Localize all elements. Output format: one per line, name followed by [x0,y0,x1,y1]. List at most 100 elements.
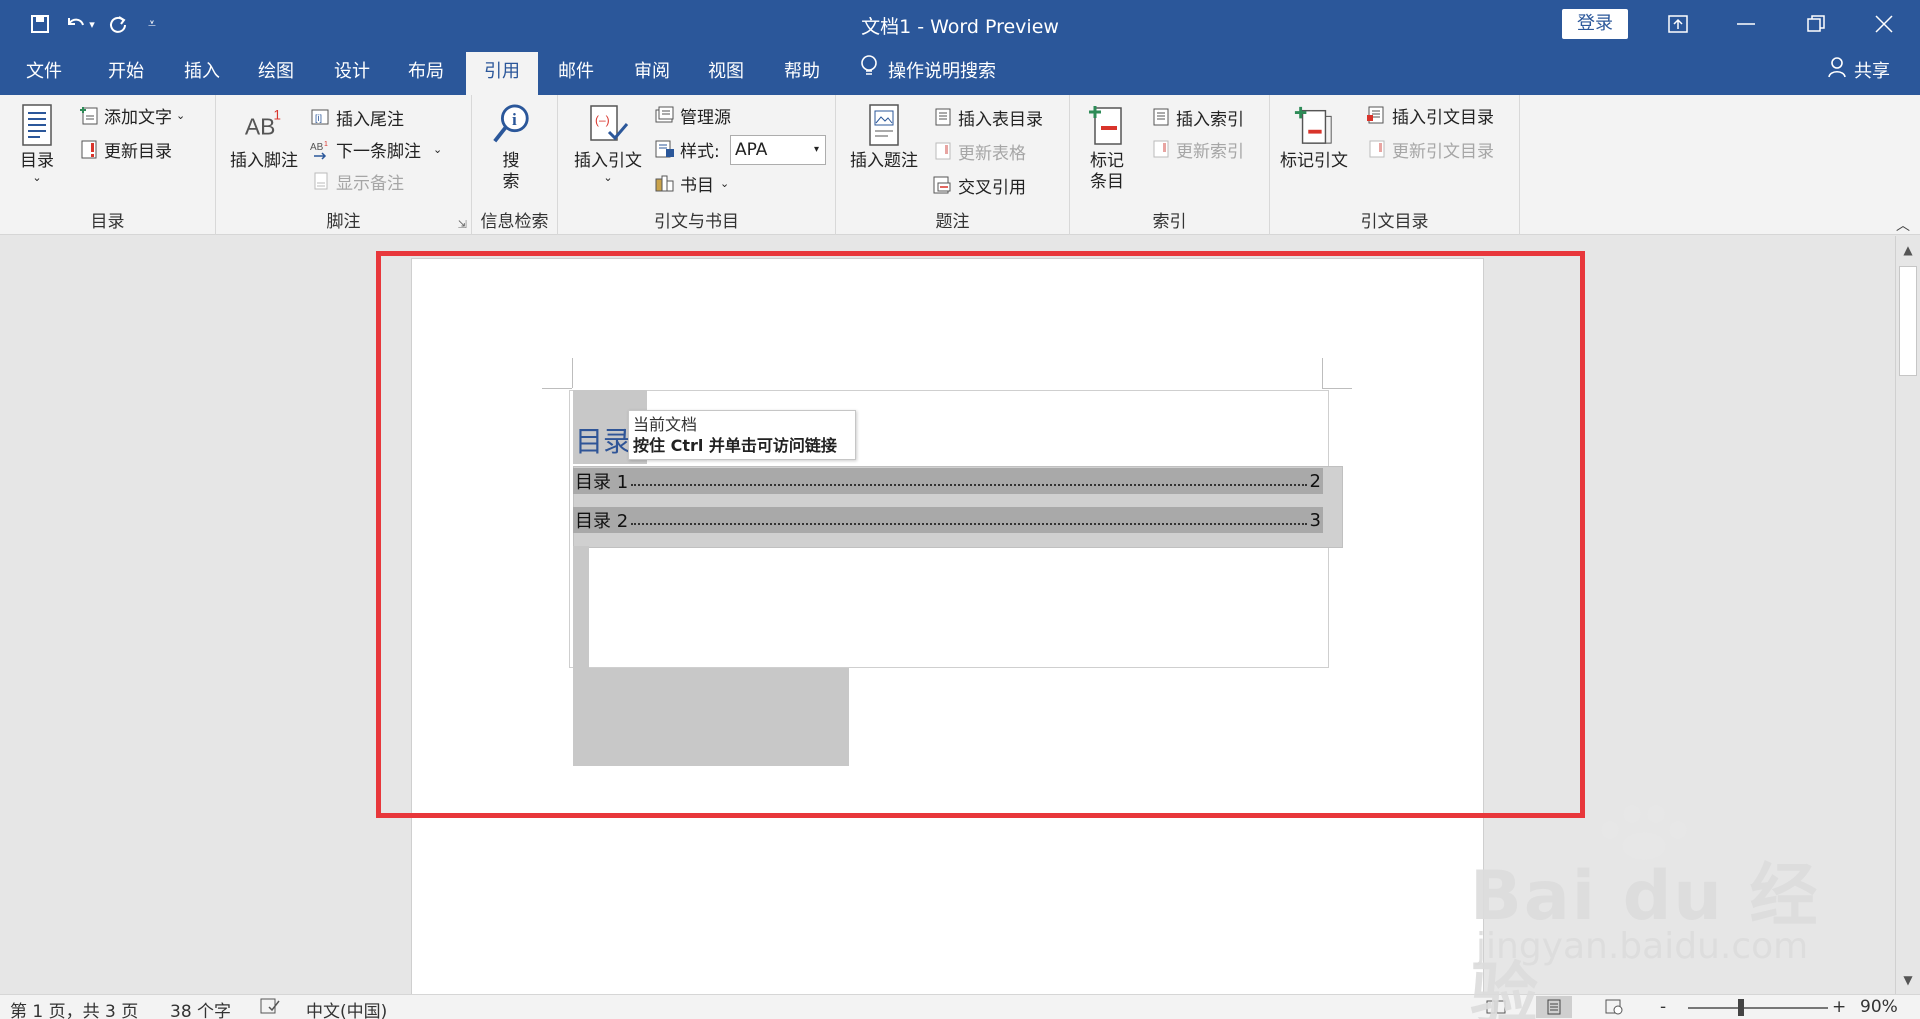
update-table-of-authorities-icon [1366,138,1388,160]
red-highlight-box [376,251,1585,818]
web-layout-icon[interactable] [1596,996,1632,1018]
zoom-slider-thumb[interactable] [1738,999,1744,1016]
ribbon-display-icon[interactable] [1658,8,1698,40]
mark-citation-button[interactable]: 标记引文 [1280,101,1348,172]
search-button[interactable]: i 搜 索 [490,101,532,193]
minimize-icon[interactable] [1726,8,1766,40]
restore-icon[interactable] [1796,8,1836,40]
chevron-down-icon: ⌄ [720,176,730,190]
update-toc-button[interactable]: 更新目录 [78,135,172,163]
insert-citation-button[interactable]: (–) 插入引文 ⌄ [574,101,642,184]
tab-view[interactable]: 视图 [690,48,762,95]
tab-draw[interactable]: 绘图 [240,48,312,95]
mark-entry-icon [1086,101,1128,149]
page-count[interactable]: 第 1 页，共 3 页 [10,997,138,1019]
tab-file[interactable]: 文件 [8,48,80,95]
update-toc-label: 更新目录 [104,141,172,162]
insert-index-button[interactable]: 插入索引 [1150,103,1244,131]
chevron-down-icon: ▾ [813,144,819,155]
next-footnote-button[interactable]: AB 1 下一条脚注 ⌄ [310,135,442,163]
group-footnotes-label: 脚注 [326,212,361,232]
read-mode-icon[interactable] [1478,996,1514,1018]
chevron-down-icon[interactable]: ⌄ [433,143,442,156]
update-table-of-authorities-button[interactable]: 更新引文目录 [1366,135,1494,163]
collapse-ribbon-icon[interactable]: ︿ [1896,215,1910,235]
zoom-slider[interactable] [1688,1007,1828,1009]
add-text-label: 添加文字 [104,107,172,128]
close-icon[interactable] [1864,8,1904,40]
endnote-icon: [i] [310,106,332,128]
group-index-label: 索引 [1152,212,1187,232]
tab-home[interactable]: 开始 [90,48,162,95]
tab-mailings[interactable]: 邮件 [540,48,612,95]
share-button[interactable]: 共享 [1828,48,1890,95]
insert-table-of-figures-button[interactable]: 插入表目录 [932,103,1043,131]
redo-icon[interactable] [104,10,132,38]
search-label-bottom: 索 [502,172,520,192]
style-label-wrap: 样式: [654,135,720,163]
group-authorities: 标记引文 插入引文目录 更新引文目录 引文目录 [1270,95,1520,235]
toc-label: 目录 [20,151,54,171]
style-select[interactable]: APA ▾ [730,135,826,165]
toc-button[interactable]: 目录 ⌄ [16,101,58,184]
cross-reference-button[interactable]: 交叉引用 [932,171,1026,199]
language[interactable]: 中文(中国) [306,997,387,1019]
tab-layout[interactable]: 布局 [390,48,462,95]
update-table-label: 更新表格 [958,143,1026,164]
title-bar: ▾ ⩡ 文档1 - Word Preview 登录 [0,0,1920,48]
dialog-launcher-icon[interactable]: ⇲ [458,218,467,231]
citation-icon: (–) [587,101,629,149]
update-table-of-authorities-label: 更新引文目录 [1392,141,1494,162]
scroll-thumb[interactable] [1899,266,1917,376]
zoom-in-button[interactable]: + [1832,997,1846,1017]
zoom-level[interactable]: 90% [1860,997,1898,1017]
group-toc: 目录 ⌄ 添加文字 ⌄ 更新目录 目录 [0,95,216,235]
document-area: 目录 目录 1 2 目录 2 3 当前文档 按住 Ctrl 并单击可访问链接 [0,236,1895,994]
bibliography-button[interactable]: 书目 ⌄ [654,169,729,197]
scroll-down-icon[interactable]: ▼ [1898,970,1918,990]
group-research-label: 信息检索 [480,212,549,232]
proofing-icon[interactable] [260,997,280,1019]
insert-caption-button[interactable]: 插入题注 [850,101,918,172]
tab-design[interactable]: 设计 [316,48,388,95]
tab-references[interactable]: 引用 [466,52,538,95]
window-title: 文档1 - Word Preview [861,16,1059,38]
insert-table-of-authorities-button[interactable]: 插入引文目录 [1366,101,1494,129]
insert-table-of-figures-label: 插入表目录 [958,109,1043,130]
svg-text:i: i [512,110,517,129]
style-select-value: APA [735,140,768,160]
scroll-up-icon[interactable]: ▲ [1898,240,1918,260]
group-authorities-label: 引文目录 [1360,212,1429,232]
mark-citation-label: 标记引文 [1280,151,1348,171]
vertical-scrollbar[interactable]: ▲ ▼ [1895,236,1920,994]
insert-endnote-label: 插入尾注 [336,109,404,130]
print-layout-icon[interactable] [1536,996,1572,1018]
insert-index-icon [1150,106,1172,128]
show-notes-button[interactable]: 显示备注 [310,167,404,195]
svg-text:AB: AB [310,142,324,153]
word-count[interactable]: 38 个字 [170,997,231,1019]
manage-sources-button[interactable]: 管理源 [654,101,731,129]
zoom-out-button[interactable]: - [1660,997,1666,1017]
save-icon[interactable] [26,10,54,38]
undo-dropdown-icon[interactable]: ▾ [84,10,100,38]
insert-footnote-button[interactable]: AB 1 插入脚注 [230,101,298,172]
customize-icon[interactable]: ⩡ [138,10,166,38]
manage-sources-icon [654,104,676,126]
login-button[interactable]: 登录 [1562,9,1628,39]
update-index-button[interactable]: 更新索引 [1150,135,1244,163]
update-table-icon [932,140,954,162]
svg-text:1: 1 [274,107,281,122]
group-toc-label: 目录 [90,212,125,232]
tab-help[interactable]: 帮助 [766,48,838,95]
update-index-icon [1150,138,1172,160]
tell-me-search[interactable]: 操作说明搜索 [860,48,996,95]
insert-index-label: 插入索引 [1176,109,1244,130]
tab-insert[interactable]: 插入 [166,48,238,95]
insert-endnote-button[interactable]: [i] 插入尾注 [310,103,404,131]
tab-review[interactable]: 审阅 [616,48,688,95]
add-text-button[interactable]: 添加文字 ⌄ [78,101,185,129]
mark-entry-label-top: 标记 [1090,151,1124,171]
update-table-button[interactable]: 更新表格 [932,137,1026,165]
mark-entry-button[interactable]: 标记 条目 [1086,101,1128,193]
